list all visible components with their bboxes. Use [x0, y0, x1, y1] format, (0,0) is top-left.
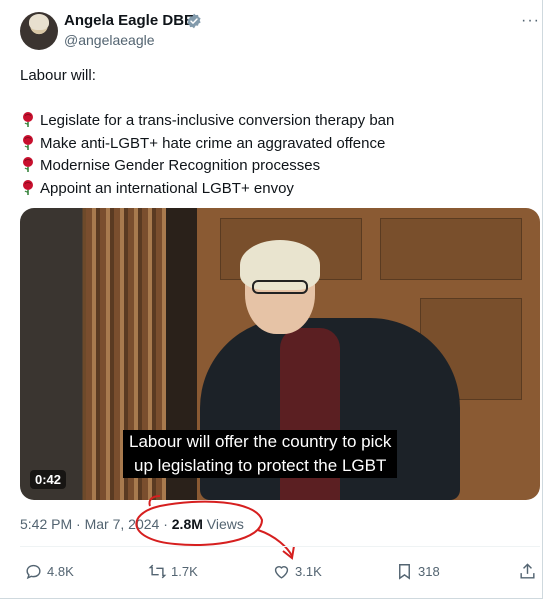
caption-line: Labour will offer the country to pick: [129, 432, 392, 451]
meta-separator: ·: [76, 516, 81, 532]
video-caption: Labour will offer the country to pick up…: [123, 430, 398, 478]
divider: [20, 546, 540, 547]
views-label: Views: [206, 516, 244, 532]
repost-count: 1.7K: [171, 563, 198, 579]
like-count: 3.1K: [295, 563, 322, 579]
bookmark-count: 318: [418, 563, 440, 579]
reply-count: 4.8K: [47, 563, 74, 579]
bookmark-button[interactable]: 318: [395, 560, 440, 582]
avatar[interactable]: [20, 12, 58, 50]
reply-icon: [26, 564, 41, 579]
views-count: 2.8M: [171, 516, 203, 532]
video-player[interactable]: Labour will offer the country to pick up…: [20, 208, 540, 500]
repost-button[interactable]: 1.7K: [148, 560, 198, 582]
tweet-metadata: 5:42 PM · Mar 7, 2024 · 2.8M Views: [20, 516, 244, 532]
bookmark-icon: [399, 563, 410, 580]
author-name[interactable]: Angela Eagle DBE: [64, 12, 194, 29]
tweet-intro: Labour will:: [20, 67, 96, 84]
rose-icon: [23, 179, 33, 195]
action-bar: 4.8K 1.7K 3.1K 318: [0, 560, 544, 584]
share-button[interactable]: [518, 560, 537, 582]
author-handle[interactable]: @angelaeagle: [64, 32, 155, 48]
rose-icon: [23, 134, 33, 150]
tweet-text: Labour will: Legislate for a trans-inclu…: [20, 65, 530, 200]
tweet-point: Modernise Gender Recognition processes: [20, 155, 530, 178]
repost-icon: [148, 564, 167, 578]
wood-panel: [380, 218, 522, 280]
reply-button[interactable]: 4.8K: [24, 560, 74, 582]
tweet-time[interactable]: 5:42 PM: [20, 516, 72, 532]
caption-line: up legislating to protect the LGBT: [134, 456, 387, 475]
rose-icon: [23, 157, 33, 172]
like-button[interactable]: 3.1K: [272, 560, 322, 582]
speaker-glasses: [252, 280, 308, 294]
video-duration: 0:42: [30, 470, 67, 489]
heart-icon: [274, 565, 289, 579]
tweet-point: Appoint an international LGBT+ envoy: [20, 178, 530, 201]
tweet-point: Legislate for a trans-inclusive conversi…: [20, 110, 530, 133]
tweet-point: Make anti-LGBT+ hate crime an aggravated…: [20, 133, 530, 156]
rose-icon: [23, 112, 33, 127]
more-options-button[interactable]: ···: [521, 12, 540, 30]
share-icon: [520, 562, 535, 579]
meta-separator: ·: [163, 516, 168, 532]
tweet-date[interactable]: Mar 7, 2024: [85, 516, 160, 532]
verified-badge-icon: [187, 13, 201, 29]
